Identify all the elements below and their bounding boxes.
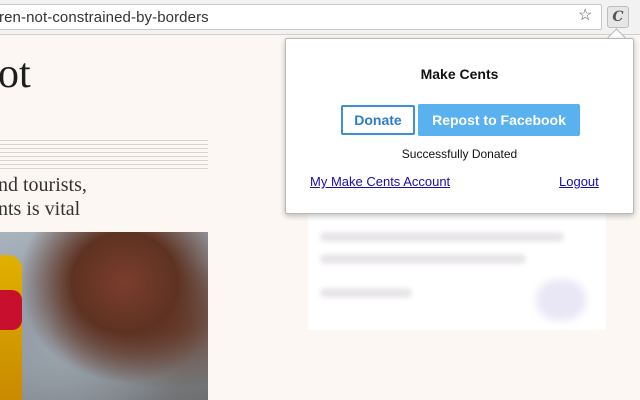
make-cents-icon[interactable]: C <box>607 6 629 28</box>
photo-figure-detail <box>0 290 22 330</box>
article-headline: ot <box>0 51 31 97</box>
status-message: Successfully Donated <box>401 147 518 161</box>
blurred-badge <box>536 280 586 320</box>
blurred-text-line <box>320 288 412 298</box>
star-icon[interactable]: ☆ <box>578 5 592 25</box>
blurred-text-line <box>320 232 564 242</box>
my-account-link[interactable]: My Make Cents Account <box>310 174 450 189</box>
repost-to-facebook-button[interactable]: Repost to Facebook <box>418 104 580 136</box>
address-bar[interactable]: ren-not-constrained-by-borders <box>0 4 602 30</box>
url-text[interactable]: ren-not-constrained-by-borders <box>0 9 209 26</box>
make-cents-popup: Make Cents Donate Repost to Facebook Suc… <box>285 38 634 214</box>
article-subline-1: nd tourists, <box>0 174 87 196</box>
blurred-text-line <box>320 254 526 264</box>
extension-glyph: C <box>612 9 624 25</box>
popup-title: Make Cents <box>420 66 499 82</box>
article-subline-2: nts is vital <box>0 198 81 220</box>
logout-link[interactable]: Logout <box>559 174 599 189</box>
article-photo <box>0 232 208 400</box>
decorative-rules <box>0 140 208 172</box>
donate-button[interactable]: Donate <box>341 105 415 135</box>
browser-toolbar: ren-not-constrained-by-borders ☆ C <box>0 0 640 35</box>
